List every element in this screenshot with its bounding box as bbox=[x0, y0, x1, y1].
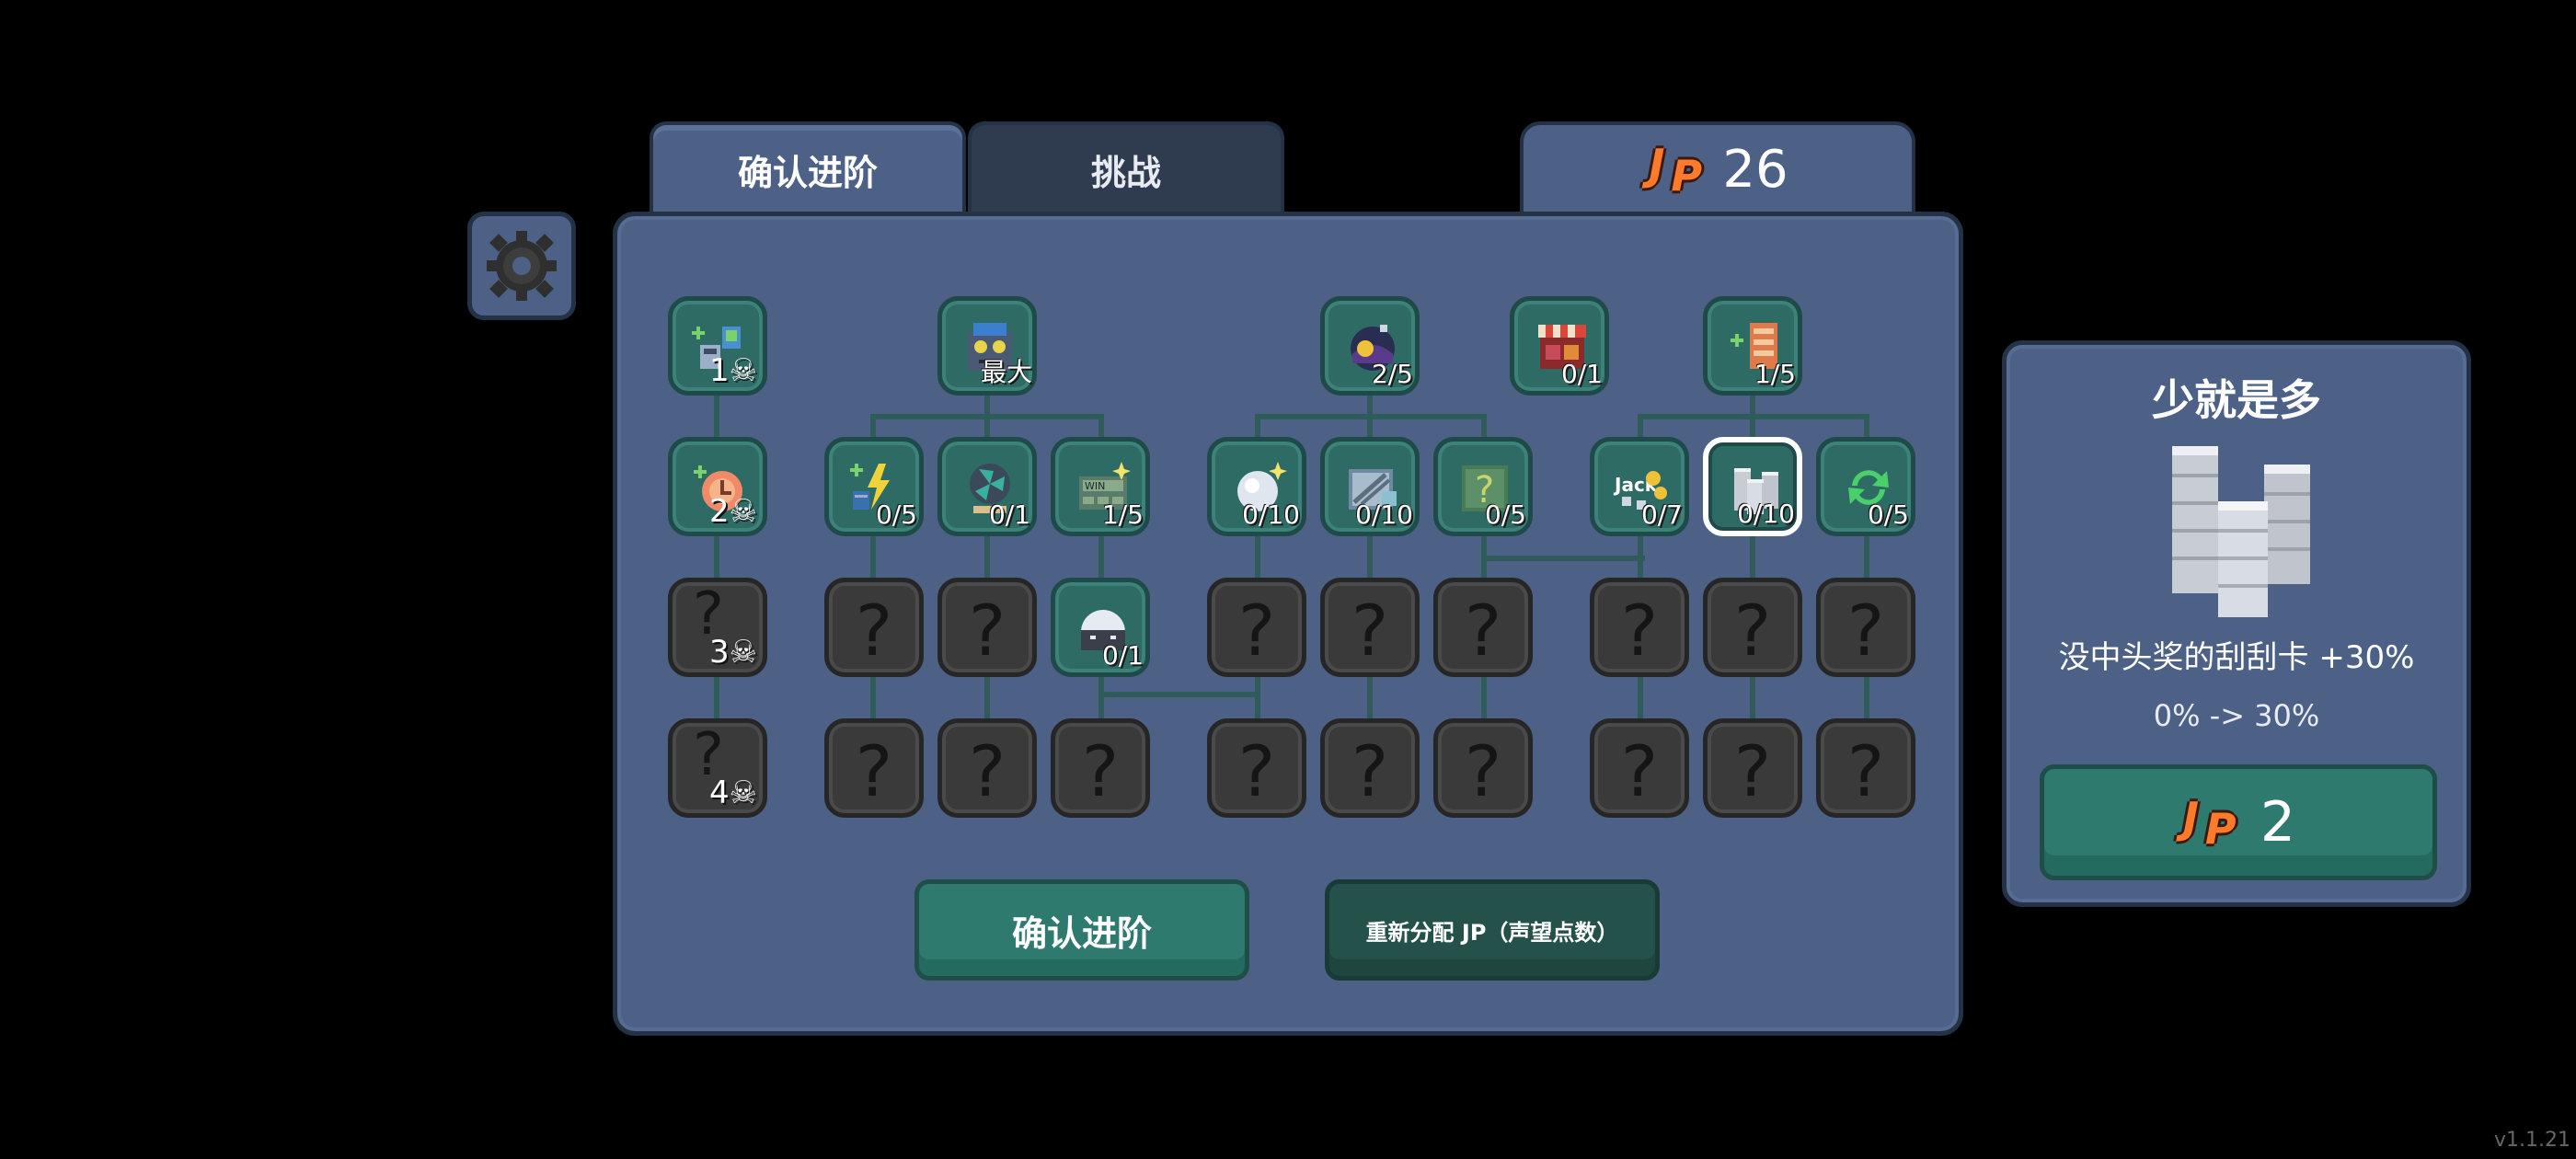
locked-node[interactable]: ? bbox=[1590, 718, 1689, 818]
jp-icon: JP bbox=[1649, 140, 1703, 201]
question-mark-icon: ? bbox=[1846, 730, 1885, 812]
confirm-advance-button[interactable]: 确认进阶 bbox=[914, 879, 1249, 981]
question-mark-icon: ? bbox=[855, 730, 893, 812]
buy-skill-button[interactable]: JP 2 bbox=[2040, 764, 2437, 880]
skill-level: 0/5 bbox=[1484, 499, 1526, 530]
skill-level: 0/10 bbox=[1737, 499, 1795, 529]
skill-node-scratch-card[interactable]: 0/10 bbox=[1320, 437, 1420, 536]
jp-balance-value: 26 bbox=[1722, 139, 1788, 200]
locked-node[interactable]: ? bbox=[1816, 578, 1915, 677]
locked-node[interactable]: ? bbox=[1433, 718, 1533, 818]
question-mark-icon: ? bbox=[1237, 730, 1276, 812]
question-mark-icon: ? bbox=[1846, 590, 1885, 671]
tier-label: 1☠ bbox=[709, 352, 758, 389]
settings-button[interactable] bbox=[467, 212, 576, 320]
skill-node-peach-clock[interactable]: 2☠ bbox=[668, 437, 767, 536]
skill-node-cards-plus[interactable]: 1☠ bbox=[668, 296, 767, 396]
question-mark-icon: ? bbox=[1733, 590, 1772, 671]
locked-node[interactable]: ? bbox=[1816, 718, 1915, 818]
skill-level: 0/10 bbox=[1355, 499, 1413, 530]
skill-level: 0/1 bbox=[1101, 640, 1144, 671]
tab-confirm-advance[interactable]: 确认进阶 bbox=[650, 121, 966, 213]
skill-node-jackpot[interactable]: Jack 0/7 bbox=[1590, 437, 1689, 536]
locked-node[interactable]: ? bbox=[824, 578, 924, 677]
question-mark-icon: ? bbox=[1351, 730, 1389, 812]
tab-confirm-advance-label: 确认进阶 bbox=[737, 152, 878, 193]
question-mark-icon: ? bbox=[693, 580, 724, 648]
locked-node[interactable]: ? bbox=[1207, 718, 1306, 818]
gear-icon bbox=[487, 231, 557, 301]
question-mark-icon: ? bbox=[1620, 730, 1659, 812]
question-mark-icon: ? bbox=[1351, 590, 1389, 671]
locked-node[interactable]: ? bbox=[1703, 578, 1802, 677]
locked-node[interactable]: ? bbox=[1433, 578, 1533, 677]
skill-node-fan[interactable]: 0/1 bbox=[937, 437, 1037, 536]
skill-node-pearl[interactable]: 0/10 bbox=[1207, 437, 1306, 536]
tier-label: 2☠ bbox=[709, 493, 758, 530]
skill-node-shop-stall[interactable]: 0/1 bbox=[1510, 296, 1609, 396]
locked-node[interactable]: ? bbox=[1703, 718, 1802, 818]
locked-node[interactable]: ? bbox=[937, 578, 1037, 677]
svg-text:WIN: WIN bbox=[1085, 480, 1105, 492]
skill-level: 0/5 bbox=[875, 499, 917, 530]
redistribute-jp-label: 重新分配 JP（声望点数） bbox=[1365, 919, 1619, 946]
skill-level: 0/7 bbox=[1640, 499, 1683, 530]
locked-node[interactable]: ? bbox=[1320, 578, 1420, 677]
skill-detail-panel: 少就是多 没中头奖的刮刮卡 +30% 0% -> 30% JP 2 bbox=[2002, 340, 2471, 907]
skill-node-mystery-card[interactable]: ? 0/5 bbox=[1433, 437, 1533, 536]
skill-cost: 2 bbox=[2260, 790, 2296, 855]
locked-node[interactable]: ? bbox=[1207, 578, 1306, 677]
skill-level: 0/10 bbox=[1242, 499, 1300, 530]
tab-challenge-label: 挑战 bbox=[1090, 152, 1161, 193]
skill-value-change: 0% -> 30% bbox=[2153, 698, 2320, 733]
question-mark-icon: ? bbox=[693, 721, 724, 789]
question-mark-icon: ? bbox=[1733, 730, 1772, 812]
locked-node[interactable]: 4☠ ? bbox=[668, 718, 767, 818]
locked-node[interactable]: ? bbox=[1320, 718, 1420, 818]
skill-title: 少就是多 bbox=[2152, 375, 2321, 425]
skill-node-lightning-plus[interactable]: 0/5 bbox=[824, 437, 924, 536]
locked-node[interactable]: ? bbox=[824, 718, 924, 818]
version-label: v1.1.21 bbox=[2494, 1129, 2570, 1152]
confirm-advance-label: 确认进阶 bbox=[1011, 912, 1152, 954]
question-mark-icon: ? bbox=[1237, 590, 1276, 671]
skill-node-plus-ticket[interactable]: 1/5 bbox=[1703, 296, 1802, 396]
jp-icon: JP bbox=[2182, 793, 2237, 854]
redistribute-jp-button[interactable]: 重新分配 JP（声望点数） bbox=[1325, 879, 1660, 981]
question-mark-icon: ? bbox=[968, 730, 1006, 812]
jp-balance: JP 26 bbox=[1520, 121, 1915, 213]
skill-level: 1/5 bbox=[1101, 499, 1144, 530]
coin-stack-icon bbox=[2172, 446, 2310, 617]
locked-node[interactable]: 3☠ ? bbox=[668, 578, 767, 677]
question-mark-icon: ? bbox=[968, 590, 1006, 671]
question-mark-icon: ? bbox=[1464, 590, 1502, 671]
skill-level: 2/5 bbox=[1371, 359, 1413, 389]
tab-challenge[interactable]: 挑战 bbox=[968, 121, 1284, 213]
skill-node-win-ticket[interactable]: WIN 1/5 bbox=[1051, 437, 1150, 536]
skill-level: 0/5 bbox=[1867, 499, 1909, 530]
question-mark-icon: ? bbox=[855, 590, 893, 671]
skill-level: 1/5 bbox=[1754, 359, 1796, 389]
locked-node[interactable]: ? bbox=[937, 718, 1037, 818]
locked-node[interactable]: ? bbox=[1051, 718, 1150, 818]
question-mark-icon: ? bbox=[1464, 730, 1502, 812]
skill-node-coin-stack[interactable]: 0/10 bbox=[1703, 437, 1802, 536]
question-mark-icon: ? bbox=[1620, 590, 1659, 671]
skill-level: 0/1 bbox=[988, 499, 1030, 530]
locked-node[interactable]: ? bbox=[1590, 578, 1689, 677]
skill-level: 0/1 bbox=[1560, 359, 1603, 389]
skill-description: 没中头奖的刮刮卡 +30% bbox=[2058, 639, 2415, 676]
skill-node-dome-bot[interactable]: 0/1 bbox=[1051, 578, 1150, 677]
question-mark-icon: ? bbox=[1081, 730, 1120, 812]
skill-node-robot[interactable]: 最大 bbox=[937, 296, 1037, 396]
skill-node-recycle[interactable]: 0/5 bbox=[1816, 437, 1915, 536]
skill-level: 最大 bbox=[981, 357, 1033, 387]
skill-node-night-orb[interactable]: 2/5 bbox=[1320, 296, 1420, 396]
